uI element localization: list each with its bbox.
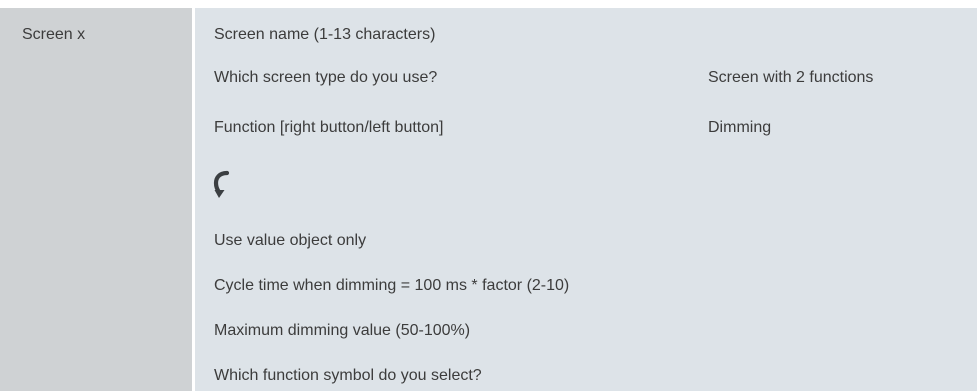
parameter-panel: Screen x Screen name (1-13 characters) W… [0,8,977,391]
param-function-label: Function [right button/left button] [214,119,444,136]
param-function-value[interactable]: Dimming [708,118,771,138]
screen-label: Screen x [22,26,86,43]
param-screen-type-value[interactable]: Screen with 2 functions [708,68,873,88]
param-function-symbol-label: Which function symbol do you select? [214,367,482,384]
param-max-dimming-label: Maximum dimming value (50-100%) [214,322,471,339]
left-panel: Screen x [0,8,192,391]
param-value-object-label: Use value object only [214,232,367,249]
curved-down-arrow-icon [210,170,234,200]
param-cycle-time-label: Cycle time when dimming = 100 ms * facto… [214,277,570,294]
param-screen-name-label: Screen name (1-13 characters) [214,26,436,43]
param-screen-type-label: Which screen type do you use? [214,69,438,86]
parameters-area: Screen name (1-13 characters) Which scre… [195,8,977,391]
